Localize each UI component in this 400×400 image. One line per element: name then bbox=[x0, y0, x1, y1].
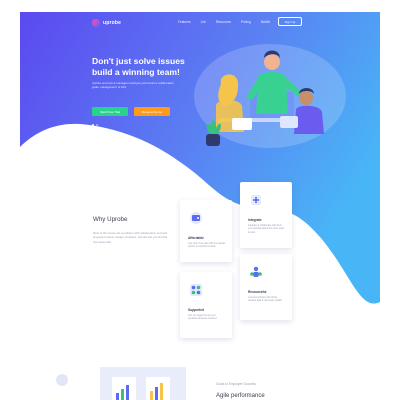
carousel-dot[interactable] bbox=[96, 124, 98, 126]
brand-name: uprobe bbox=[103, 20, 122, 26]
hero-team-illustration bbox=[194, 44, 346, 148]
team-icon bbox=[250, 266, 262, 277]
card-title: Affordable bbox=[188, 236, 204, 240]
menu-item-job[interactable]: Job bbox=[201, 20, 206, 24]
menu-item-mobile[interactable]: Mobile bbox=[261, 20, 270, 24]
logo-icon bbox=[92, 19, 100, 27]
support-icon bbox=[190, 284, 202, 296]
section-heading: Agile performance bbox=[216, 393, 265, 399]
menu-item-pricing[interactable]: Pricing bbox=[241, 20, 251, 24]
feature-card-integrate: Integrate Integrate & collaborate with a… bbox=[240, 182, 292, 248]
page: uprobe Features Job Resources Pricing Mo… bbox=[20, 12, 380, 400]
feature-card-affordable: Affordable Low cost of our plan with our… bbox=[180, 200, 232, 262]
carousel-dots bbox=[92, 124, 100, 126]
card-description: Use our support to get your questions & … bbox=[188, 315, 217, 321]
feature-card-resourceful: Resourceful A resource library with all … bbox=[240, 254, 292, 320]
card-title: Resourceful bbox=[248, 290, 267, 294]
why-description: Most of the issues are a problem with co… bbox=[93, 231, 168, 244]
card-description: Low cost of our plan with our various op… bbox=[188, 243, 226, 249]
menu-item-features[interactable]: Features bbox=[178, 20, 191, 24]
card-title: Supported bbox=[188, 308, 204, 312]
main-menu: Features Job Resources Pricing Mobile bbox=[178, 20, 280, 24]
brand-logo[interactable]: uprobe bbox=[92, 19, 121, 27]
top-nav: uprobe Features Job Resources Pricing Mo… bbox=[20, 12, 380, 34]
card-description: Integrate & collaborate with all of your… bbox=[248, 225, 285, 234]
request-demo-button[interactable]: Request Demo bbox=[134, 107, 170, 116]
signup-button[interactable]: Sign Up bbox=[278, 17, 302, 26]
hero-description: Uprobe procures & manages employee perfo… bbox=[92, 81, 174, 90]
card-description: A resource library with all the relevant… bbox=[248, 297, 282, 303]
hero-title: Don't just solve issues build a winning … bbox=[92, 56, 202, 78]
performance-illustration bbox=[100, 367, 186, 400]
start-trial-button[interactable]: Start Free Trial bbox=[92, 107, 128, 116]
hero-title-line2: build a winning team! bbox=[92, 67, 180, 77]
integrate-icon bbox=[251, 195, 261, 205]
avatar bbox=[56, 374, 68, 386]
section-eyebrow: Goals to Employee Success bbox=[216, 382, 256, 386]
menu-item-resources[interactable]: Resources bbox=[216, 20, 231, 24]
card-title: Integrate bbox=[248, 218, 262, 222]
feature-card-supported: Supported Use our support to get your qu… bbox=[180, 272, 232, 338]
wallet-icon bbox=[190, 212, 202, 224]
carousel-dot-active[interactable] bbox=[92, 124, 94, 126]
why-heading: Why Uprobe bbox=[93, 216, 128, 223]
hero-title-line1: Don't just solve issues bbox=[92, 56, 185, 66]
